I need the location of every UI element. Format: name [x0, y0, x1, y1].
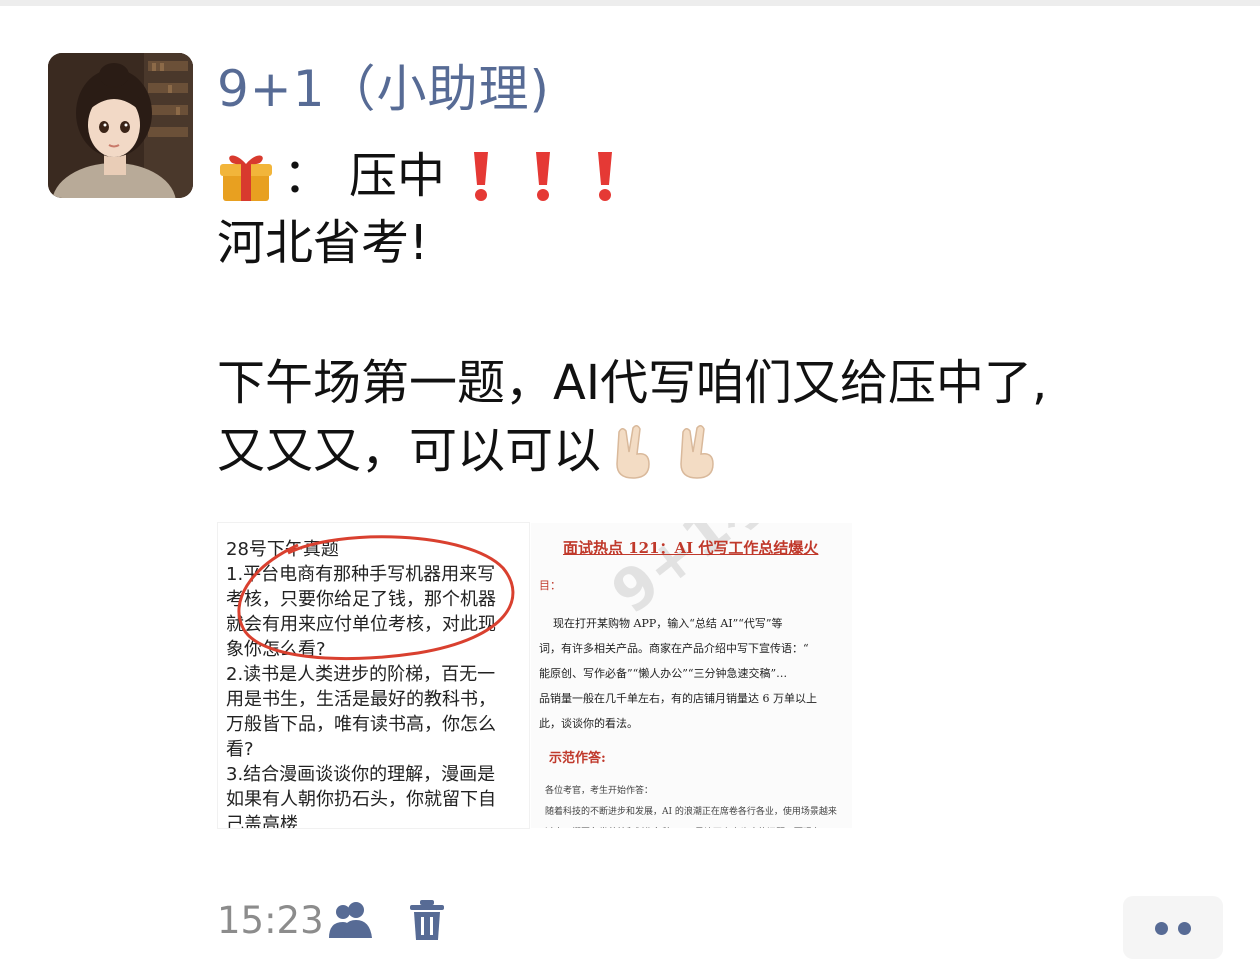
gift-icon: [220, 155, 272, 201]
victory-hand-icon: [680, 425, 714, 479]
more-button[interactable]: [1123, 896, 1223, 959]
friends-icon[interactable]: [326, 900, 376, 940]
post-line-4: 又又又，可以可以: [217, 420, 723, 482]
hotspot-label: 目：: [539, 579, 561, 592]
demo-text: 各位考官，考生开始作答： 随着科技的不断进步和发展，AI 的浪潮正在席卷各行各业…: [545, 786, 837, 817]
post-line-1-text: 压中: [349, 148, 446, 204]
post-time: 15:23: [217, 899, 324, 942]
exclamation-icon: [598, 152, 613, 201]
trash-icon[interactable]: [408, 898, 446, 942]
red-circle-mark: [237, 535, 515, 661]
exclamation-icon: [474, 152, 489, 201]
attached-image-questions[interactable]: 28号下午真题 1.平台电商有那种手写机器用来写 考核，只要你给足了钱，那个机器…: [218, 523, 529, 828]
hotspot-heading: 面试热点 121：AI 代写工作总结爆火: [563, 539, 819, 557]
post-line-3: 下午场第一题，AI代写咱们又给压中了,: [217, 355, 1048, 411]
more-icon: [1178, 922, 1191, 935]
author-name[interactable]: 9+1（小助理): [217, 58, 550, 120]
post-line-1-sep: ：: [283, 148, 332, 204]
hotspot-body: 现在打开某购物 APP，输入“总结 AI”“代写”等 词，有许多相关产品。商家在…: [539, 617, 817, 730]
demo-label: 示范作答:: [549, 751, 606, 766]
exclamation-icon: [536, 152, 551, 201]
avatar[interactable]: [48, 53, 193, 198]
post-line-1: ： 压中: [217, 145, 619, 207]
victory-hand-icon: [616, 425, 650, 479]
more-icon: [1155, 922, 1168, 935]
top-strip: [0, 0, 1260, 6]
attached-image-hotspot[interactable]: 9+1小公考 面试热点 121：AI 代写工作总结爆火 目： 现在打开某购物 A…: [531, 523, 852, 828]
post-line-4-text: 又又又，可以可以: [217, 423, 602, 479]
post-line-2: 河北省考!: [217, 215, 429, 271]
